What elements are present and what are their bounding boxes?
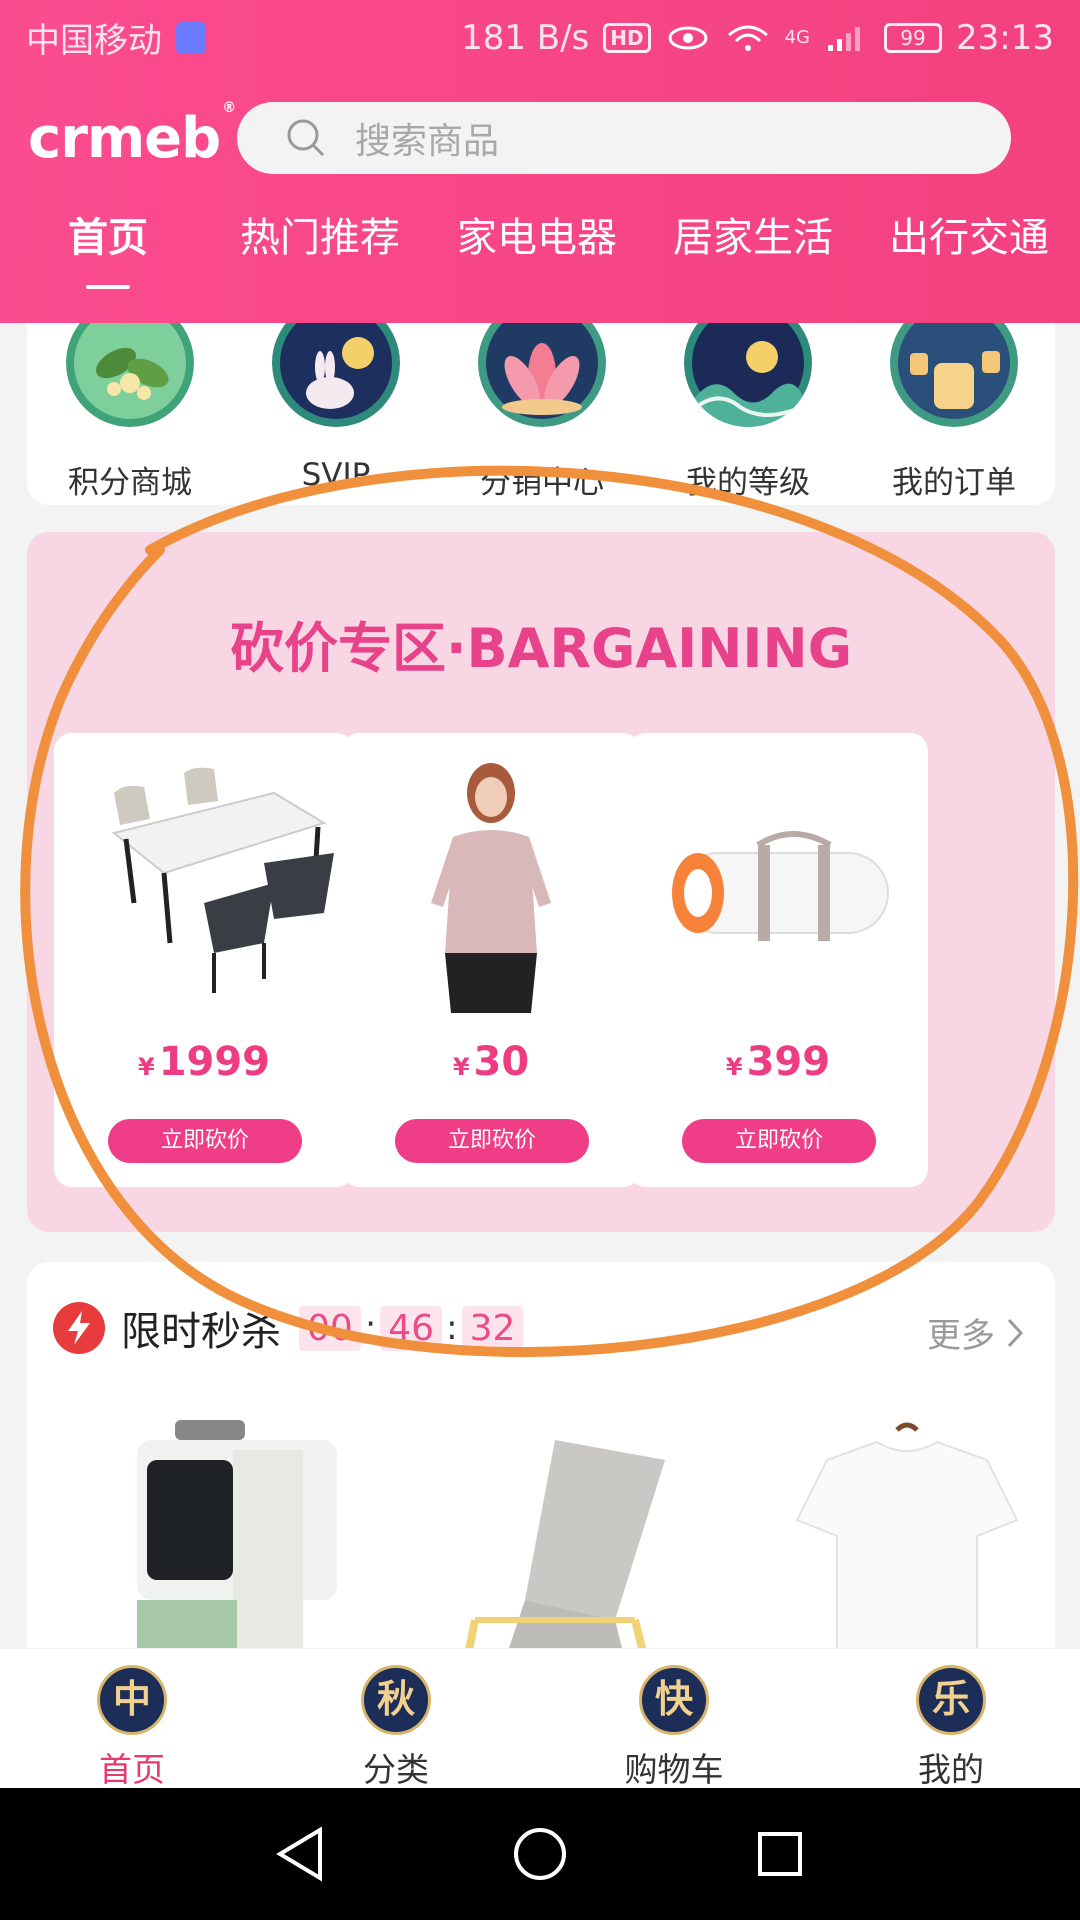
menu-item-svip[interactable]: SVIP bbox=[233, 323, 439, 505]
price-value: 30 bbox=[473, 1039, 530, 1085]
lantern-icon bbox=[890, 323, 1018, 427]
dining-table-image bbox=[74, 753, 334, 1013]
price-value: 399 bbox=[746, 1039, 831, 1085]
carrier-label: 中国移动 bbox=[26, 21, 162, 61]
bargain-now-button[interactable]: 立即砍价 bbox=[395, 1119, 589, 1163]
bargain-now-button[interactable]: 立即砍价 bbox=[682, 1119, 876, 1163]
hd-badge: HD bbox=[603, 22, 651, 53]
flash-sale-title: 限时秒杀 bbox=[121, 1309, 281, 1355]
profile-icon: 乐 bbox=[916, 1665, 986, 1735]
logo-text: crmeb bbox=[28, 105, 221, 171]
flash-sale-header: 限时秒杀 00 : 46 : 32 bbox=[53, 1300, 524, 1356]
menu-item-points-mall[interactable]: 积分商城 bbox=[27, 323, 233, 505]
bargain-now-button[interactable]: 立即砍价 bbox=[108, 1119, 302, 1163]
countdown-minutes: 46 bbox=[380, 1305, 443, 1351]
battery-icon: 99 bbox=[884, 22, 943, 53]
currency-symbol: ¥ bbox=[452, 1053, 470, 1081]
registered-mark: ® bbox=[222, 100, 236, 116]
bargain-product-card[interactable]: ¥1999 立即砍价 bbox=[54, 733, 354, 1187]
recents-icon[interactable] bbox=[750, 1824, 810, 1884]
bargain-price: ¥1999 bbox=[54, 1039, 354, 1085]
clock: 23:13 bbox=[956, 17, 1054, 58]
menu-label: 我的订单 bbox=[892, 465, 1016, 501]
tab-hot[interactable]: 热门推荐 bbox=[240, 205, 400, 263]
wifi-icon bbox=[727, 25, 768, 51]
signal-icon bbox=[828, 26, 861, 51]
brand-logo[interactable]: crmeb ® bbox=[28, 100, 236, 176]
nav-label: 我的 bbox=[918, 1750, 984, 1789]
shield-icon bbox=[176, 21, 206, 54]
rabbit-moon-icon bbox=[272, 323, 400, 427]
menu-item-distribution[interactable]: 分销中心 bbox=[439, 323, 645, 505]
lightning-icon bbox=[53, 1302, 105, 1354]
chevron-right-icon bbox=[1007, 1318, 1023, 1347]
more-link[interactable]: 更多 bbox=[927, 1308, 1023, 1357]
nav-category[interactable]: 秋 分类 bbox=[296, 1657, 496, 1789]
bargain-title: 砍价专区·BARGAINING bbox=[229, 617, 853, 680]
eye-icon bbox=[668, 26, 708, 49]
cart-icon: 快 bbox=[639, 1665, 709, 1735]
nav-label: 分类 bbox=[363, 1750, 429, 1789]
bargain-price: ¥399 bbox=[628, 1039, 928, 1085]
menu-label: 积分商城 bbox=[68, 465, 192, 501]
countdown-separator: : bbox=[446, 1308, 458, 1348]
menu-label: 分销中心 bbox=[480, 465, 604, 501]
rolled-mattress-image bbox=[648, 753, 908, 1013]
nav-label: 首页 bbox=[99, 1750, 165, 1789]
category-tabs: 首页 热门推荐 家电电器 居家生活 出行交通 bbox=[0, 205, 1080, 295]
nav-label: 购物车 bbox=[624, 1750, 724, 1789]
bargain-section: 砍价专区·BARGAINING ¥1999 立即砍价 ¥30 立即砍价 ¥399… bbox=[27, 532, 1055, 1232]
bargain-product-card[interactable]: ¥399 立即砍价 bbox=[628, 733, 928, 1187]
bargain-price: ¥30 bbox=[341, 1039, 641, 1085]
network-type: 4G bbox=[784, 27, 811, 48]
currency-symbol: ¥ bbox=[137, 1053, 155, 1081]
app-header: 中国移动 181 B/s HD 4G 99 23:13 crmeb ® 搜索商品 … bbox=[0, 0, 1080, 323]
osmanthus-icon bbox=[66, 323, 194, 427]
menu-label: SVIP bbox=[301, 457, 371, 493]
home-circle-icon[interactable] bbox=[510, 1824, 570, 1884]
countdown-separator: : bbox=[364, 1308, 377, 1348]
woman-sweater-image bbox=[361, 753, 621, 1013]
menu-item-my-level[interactable]: 我的等级 bbox=[645, 323, 851, 505]
countdown-hours: 00 bbox=[299, 1305, 361, 1351]
tab-transport[interactable]: 出行交通 bbox=[889, 205, 1049, 263]
menu-label: 我的等级 bbox=[686, 465, 810, 501]
category-icon: 秋 bbox=[361, 1665, 431, 1735]
net-speed: 181 B/s bbox=[461, 17, 590, 58]
system-nav-bar bbox=[0, 1788, 1080, 1920]
home-icon: 中 bbox=[97, 1665, 167, 1735]
back-icon[interactable] bbox=[270, 1824, 330, 1884]
nav-profile[interactable]: 乐 我的 bbox=[851, 1657, 1051, 1789]
quick-menu: 积分商城 SVIP 分销中心 我的等级 我的订单 bbox=[27, 323, 1055, 505]
menu-item-my-orders[interactable]: 我的订单 bbox=[851, 323, 1057, 505]
wave-moon-icon bbox=[684, 323, 812, 427]
nav-cart[interactable]: 快 购物车 bbox=[574, 1657, 774, 1789]
price-value: 1999 bbox=[158, 1039, 271, 1085]
nav-home[interactable]: 中 首页 bbox=[32, 1657, 232, 1789]
tab-home[interactable]: 首页 bbox=[68, 205, 148, 263]
tab-appliances[interactable]: 家电电器 bbox=[457, 205, 617, 263]
tab-indicator bbox=[86, 285, 130, 289]
bargain-product-card[interactable]: ¥30 立即砍价 bbox=[341, 733, 641, 1187]
currency-symbol: ¥ bbox=[725, 1053, 743, 1081]
tab-home-living[interactable]: 居家生活 bbox=[673, 205, 833, 263]
search-placeholder: 搜索商品 bbox=[355, 121, 500, 162]
top-bar: crmeb ® 搜索商品 bbox=[0, 96, 1080, 180]
bottom-nav: 中 首页 秋 分类 快 购物车 乐 我的 bbox=[0, 1648, 1080, 1789]
lotus-icon bbox=[478, 323, 606, 427]
search-icon bbox=[287, 119, 325, 157]
search-input[interactable]: 搜索商品 bbox=[237, 102, 1011, 174]
countdown-seconds: 32 bbox=[461, 1305, 524, 1351]
status-bar: 中国移动 181 B/s HD 4G 99 23:13 bbox=[0, 0, 1080, 75]
more-label: 更多 bbox=[927, 1316, 995, 1356]
